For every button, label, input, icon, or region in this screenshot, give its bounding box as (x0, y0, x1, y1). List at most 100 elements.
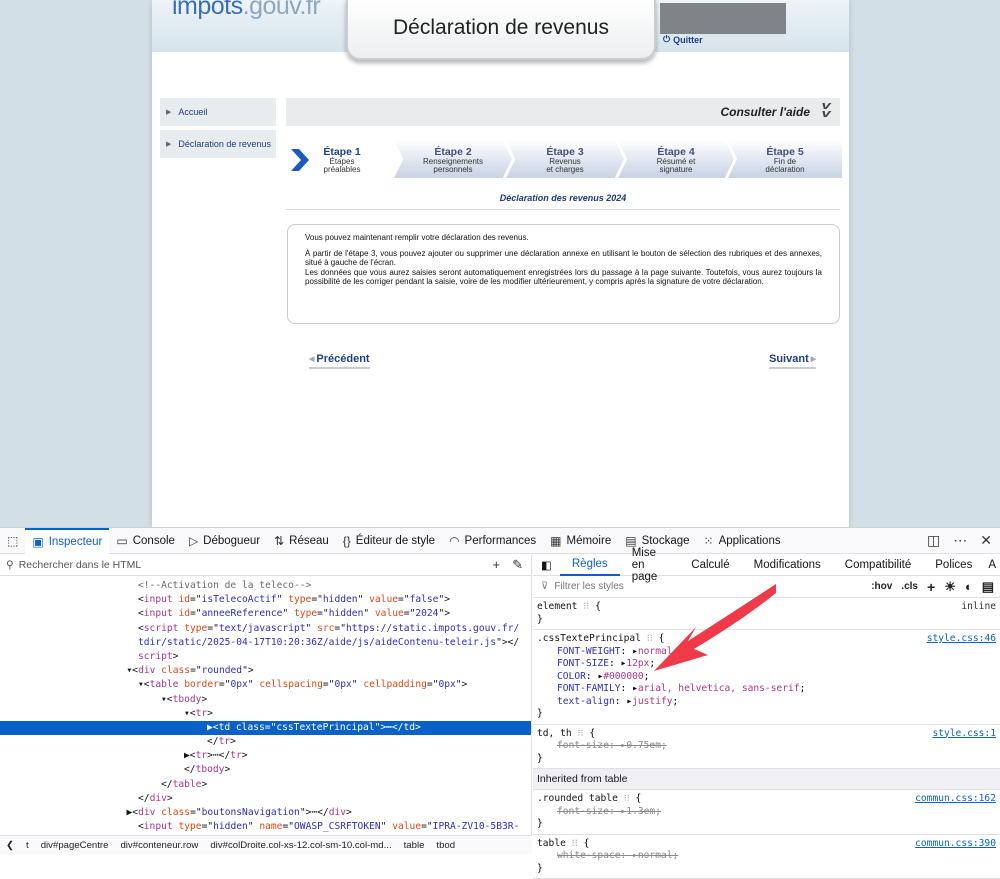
breadcrumb-item[interactable]: div#colDroite.col-xs-12.col-sm-10.col-md… (210, 840, 391, 851)
inspector-icon: ▣ (32, 535, 43, 549)
rule-source-link[interactable]: inline (961, 601, 996, 614)
debugger-icon: ▷ (189, 534, 198, 548)
logo-domain-text: .gouv.fr (243, 0, 321, 20)
impots-logo[interactable]: impots.gouv.fr (172, 0, 320, 21)
class-toggle[interactable]: .cls (901, 581, 918, 592)
step-1: Étape 1Étapespréalables (308, 140, 376, 178)
markup-line[interactable]: <!--Activation de la teleco--> (0, 579, 531, 593)
tab-changes[interactable]: Modifications (742, 555, 833, 576)
element-picker-button[interactable]: ⬚ (0, 528, 25, 554)
markup-line[interactable]: ▶<td class="cssTextePrincipal">⋯</td> (0, 721, 531, 735)
tab-applications[interactable]: ⁙Applications (697, 528, 788, 554)
step-label-line2: déclaration (728, 166, 842, 174)
rule-selector[interactable]: td, th ⁝⁝ { (537, 728, 996, 741)
css-rule[interactable]: table ⁝⁝ {commun.css:390white-space: ▸no… (533, 835, 1000, 879)
rule-close-brace: } (537, 708, 996, 721)
markup-line[interactable]: <script type="text/javascript" src="http… (0, 622, 531, 636)
breadcrumb-item[interactable]: table (404, 840, 425, 851)
markup-line[interactable]: <input type="hidden" name="OWASP_CSRFTOK… (0, 820, 531, 834)
styles-filter-input[interactable]: Filtrer les styles (554, 581, 623, 592)
rule-source-link[interactable]: style.css:46 (927, 633, 996, 646)
step-progress: Étape 1Étapespréalables Étape 2Renseigne… (286, 140, 840, 178)
power-icon: ⏻ (663, 34, 670, 45)
rule-source-link[interactable]: style.css:1 (932, 728, 996, 741)
logo-main-text: impots (172, 0, 243, 20)
tab-inspector[interactable]: ▣Inspecteur (25, 528, 109, 554)
tab-performance[interactable]: ◠Performances (442, 528, 543, 554)
markup-line[interactable]: <input id="anneeReference" type="hidden"… (0, 607, 531, 621)
markup-line[interactable]: ▾<tbody> (0, 693, 531, 707)
tab-fonts[interactable]: Polices (923, 555, 984, 576)
next-button[interactable]: Suivant▶ (769, 353, 816, 369)
tab-label: Débogueur (203, 535, 260, 547)
tab-compatibility[interactable]: Compatibilité (833, 555, 923, 576)
tab-layout[interactable]: Mise en page (620, 555, 680, 576)
tab-style-editor[interactable]: {}Éditeur de style (336, 528, 442, 554)
breadcrumb-item[interactable]: div#pageCentre (41, 840, 109, 851)
tab-console[interactable]: ▭Console (109, 528, 182, 554)
eyedropper-icon[interactable]: ✎ (512, 557, 523, 573)
breadcrumb-item[interactable]: tbod (436, 840, 455, 851)
html-search-input[interactable]: Rechercher dans le HTML (19, 559, 142, 571)
triangle-right-icon: ▶ (166, 140, 171, 148)
markup-line[interactable]: </tr> (0, 735, 531, 749)
markup-line[interactable]: ▶<div class="boutonsNavigation">⋯</div> (0, 806, 531, 820)
css-declaration[interactable]: white-space: ▸normal; (537, 850, 996, 863)
add-node-icon[interactable]: + (493, 557, 501, 573)
markup-line[interactable]: </div> (0, 792, 531, 806)
storage-icon: ▤ (625, 534, 636, 548)
network-icon: ⇅ (274, 534, 284, 548)
markup-line[interactable]: ▾<table border="0px" cellspacing="0px" c… (0, 678, 531, 692)
console-icon: ▭ (116, 534, 127, 548)
css-declaration[interactable]: font-size: ▸1.3em; (537, 806, 996, 819)
quit-link[interactable]: ⏻Quitter (663, 34, 703, 45)
dark-theme-icon[interactable]: ◐ (965, 579, 973, 594)
markup-line[interactable]: tdir/static/2025-04-17T10:20:36Z/aide/js… (0, 636, 531, 650)
markup-line[interactable]: </table> (0, 778, 531, 792)
tab-debugger[interactable]: ▷ Débogueur (182, 528, 267, 554)
hover-state-toggle[interactable]: :hov (871, 581, 892, 592)
breadcrumb-item[interactable]: div#conteneur.row (120, 840, 198, 851)
markup-line[interactable]: ▾<div class="rounded"> (0, 664, 531, 678)
print-media-icon[interactable]: ▤ (982, 579, 994, 595)
sidebar-item-declaration[interactable]: ▶Déclaration de revenus (160, 130, 276, 158)
markup-line[interactable]: <input id="isTelecoActif" type="hidden" … (0, 593, 531, 607)
light-theme-icon[interactable]: ☀ (944, 579, 956, 595)
triangle-left-icon: ◀ (309, 355, 314, 363)
more-options-icon[interactable]: ⋯ (953, 532, 967, 549)
css-rule[interactable]: td, th ⁝⁝ {style.css:1font-size: ▸0.75em… (533, 725, 1000, 770)
add-rule-icon[interactable]: + (927, 579, 935, 595)
markup-line[interactable]: script> (0, 650, 531, 664)
dock-icon[interactable]: ◫ (927, 532, 940, 549)
markup-line[interactable]: </tbody> (0, 763, 531, 777)
markup-line[interactable]: ▾<tr> (0, 707, 531, 721)
breadcrumb-back-icon[interactable]: ❮ (6, 840, 14, 851)
css-rule[interactable]: .rounded table ⁝⁝ {commun.css:162font-si… (533, 790, 1000, 835)
double-chevron-down-icon[interactable]: vv (821, 102, 830, 118)
close-icon[interactable]: ✕ (980, 532, 992, 549)
breadcrumb-item[interactable]: t (26, 840, 29, 851)
filter-icon: ⊽ (541, 581, 548, 592)
sidebar: ▶Accueil ▶Déclaration de revenus (160, 98, 276, 162)
css-declaration[interactable]: text-align: ▸justify; (537, 696, 996, 709)
layout-toggle-icon[interactable]: ◧ (533, 555, 560, 576)
tab-overflow[interactable]: A (984, 555, 1000, 576)
rule-source-link[interactable]: commun.css:390 (915, 838, 996, 851)
tab-network[interactable]: ⇅Réseau (267, 528, 336, 554)
help-bar[interactable]: Consulter l'aidevv (286, 98, 840, 126)
tab-memory[interactable]: ▦Mémoire (543, 528, 618, 554)
css-declaration[interactable]: FONT-FAMILY: ▸arial, helvetica, sans-ser… (537, 683, 996, 696)
markup-line[interactable]: ▶<tr>⋯</tr> (0, 749, 531, 763)
section-heading: Déclaration des revenus 2024 (286, 193, 840, 210)
browser-viewport: impots.gouv.fr Déclaration de revenus ⏻Q… (0, 0, 1000, 527)
css-declaration[interactable]: font-size: ▸0.75em; (537, 740, 996, 753)
tab-rules[interactable]: Règles (560, 555, 620, 576)
step-4: Étape 4Résumé etsignature (618, 140, 734, 178)
tab-computed[interactable]: Calculé (679, 555, 741, 576)
picker-icon: ⬚ (7, 534, 18, 548)
tab-label: Stockage (642, 535, 690, 547)
sidebar-item-accueil[interactable]: ▶Accueil (160, 98, 276, 126)
rule-source-link[interactable]: commun.css:162 (915, 793, 996, 806)
info-paragraph: Les données que vous aurez saisies seron… (305, 268, 822, 287)
previous-button[interactable]: ◀Précédent (309, 353, 370, 369)
